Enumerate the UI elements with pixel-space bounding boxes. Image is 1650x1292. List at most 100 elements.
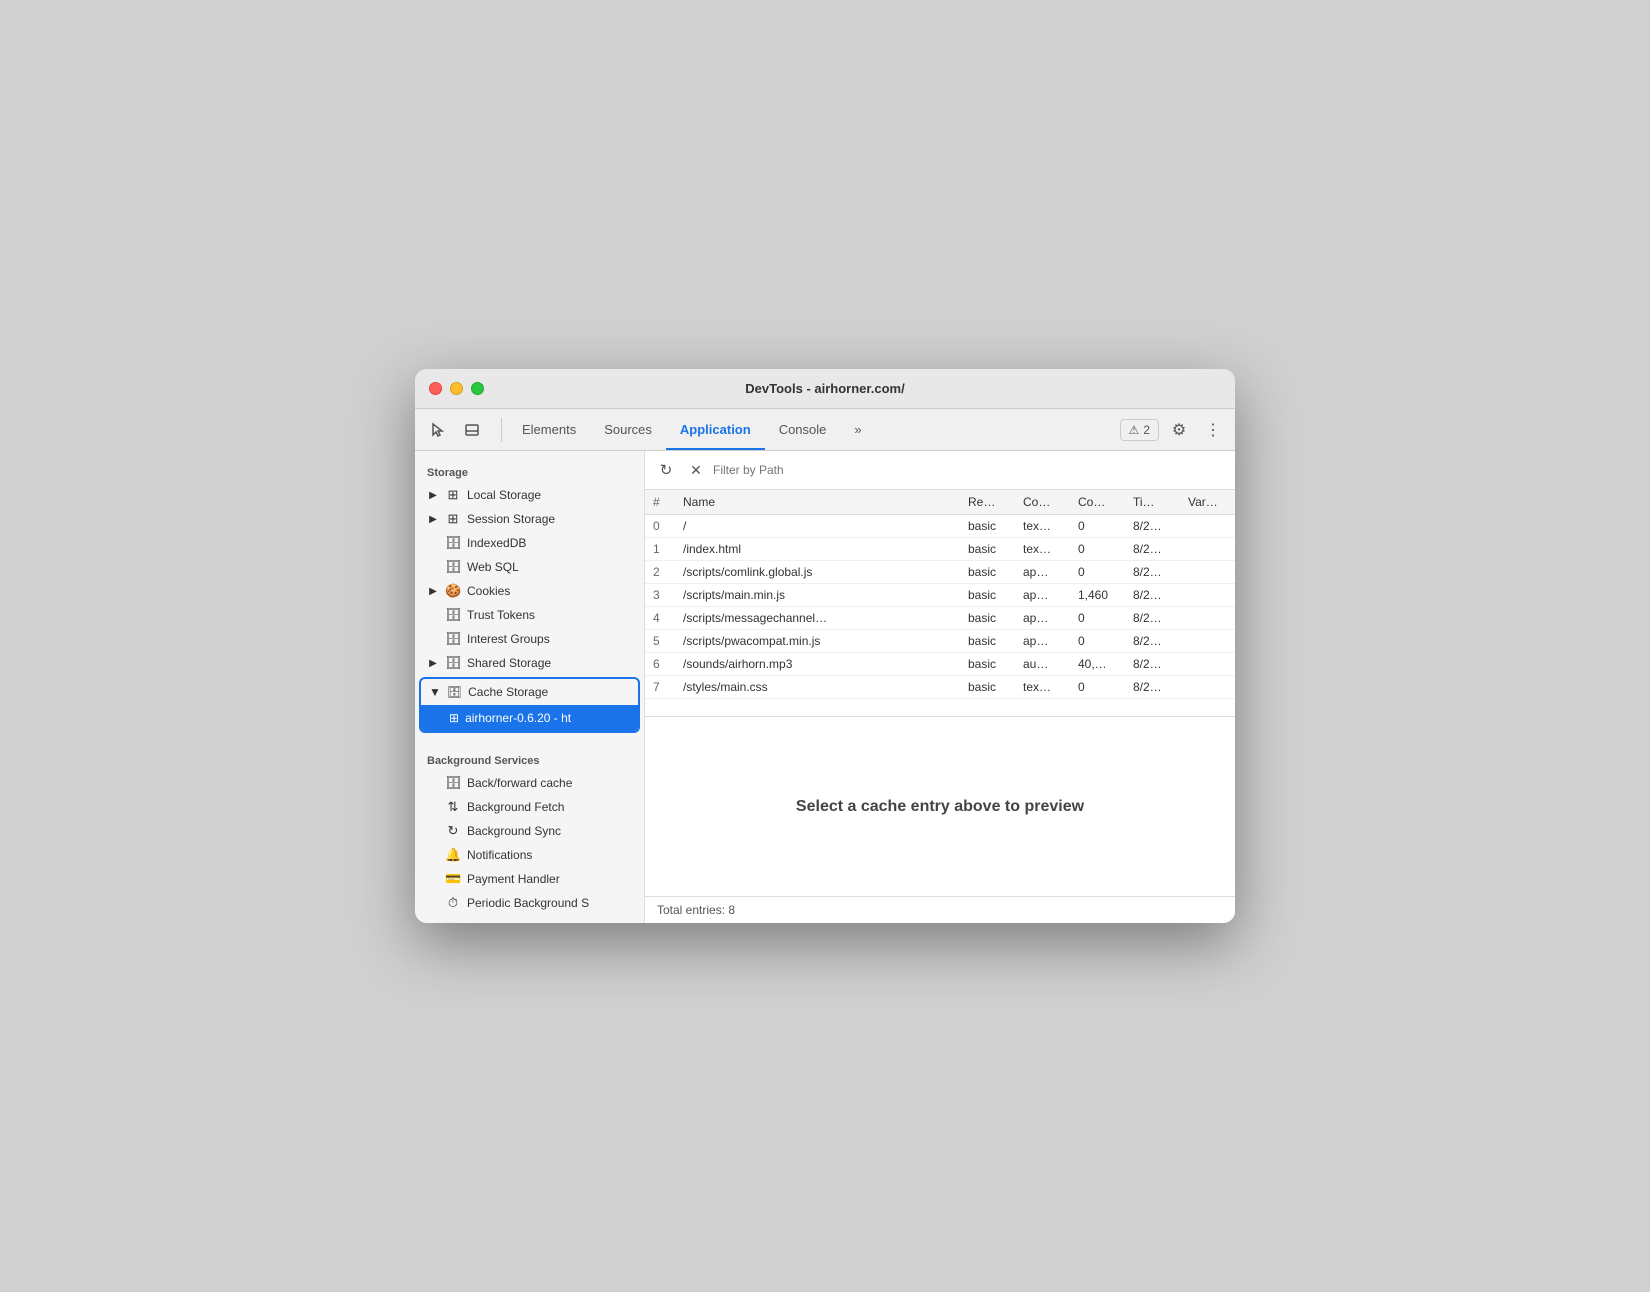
storage-icon: ⊞	[445, 487, 461, 503]
arrow-icon: ▶	[427, 586, 439, 597]
cursor-icon[interactable]	[423, 416, 453, 444]
sidebar-item-background-sync[interactable]: ▶ ↻ Background Sync	[415, 819, 644, 843]
cell-var	[1180, 607, 1235, 630]
toolbar: Elements Sources Application Console » ⚠…	[415, 409, 1235, 451]
cell-num: 4	[645, 607, 675, 630]
preview-area: Select a cache entry above to preview	[645, 716, 1235, 896]
cell-var	[1180, 584, 1235, 607]
table-row[interactable]: 6 /sounds/airhorn.mp3 basic au… 40,… 8/2…	[645, 653, 1235, 676]
table-row[interactable]: 1 /index.html basic tex… 0 8/2…	[645, 538, 1235, 561]
cell-re: basic	[960, 515, 1015, 538]
cell-num: 2	[645, 561, 675, 584]
sidebar-item-trust-tokens[interactable]: ▶ 🗄 Trust Tokens	[415, 603, 644, 627]
dock-icon[interactable]	[457, 416, 487, 444]
table-row[interactable]: 0 / basic tex… 0 8/2…	[645, 515, 1235, 538]
cell-var	[1180, 515, 1235, 538]
tab-console[interactable]: Console	[765, 409, 841, 450]
sidebar-label-cookies: Cookies	[467, 584, 510, 598]
cell-re: basic	[960, 584, 1015, 607]
cache-entries-table: # Name Re… Co… Co… Ti… Var… 0 / basic te…	[645, 490, 1235, 699]
cell-num: 5	[645, 630, 675, 653]
cell-co2: 0	[1070, 561, 1125, 584]
minimize-button[interactable]	[450, 382, 463, 395]
close-button[interactable]	[429, 382, 442, 395]
cell-re: basic	[960, 676, 1015, 699]
db-icon: 🗄	[445, 655, 461, 671]
cell-re: basic	[960, 630, 1015, 653]
sidebar-item-cache-storage[interactable]: ▼ 🗄 Cache Storage	[421, 679, 638, 705]
settings-button[interactable]: ⚙	[1165, 416, 1193, 444]
cell-ti: 8/2…	[1125, 630, 1180, 653]
sidebar-label-back-forward-cache: Back/forward cache	[467, 776, 572, 790]
sidebar-item-shared-storage[interactable]: ▶ 🗄 Shared Storage	[415, 651, 644, 675]
cell-var	[1180, 561, 1235, 584]
cell-num: 6	[645, 653, 675, 676]
tab-application[interactable]: Application	[666, 409, 765, 450]
cell-ti: 8/2…	[1125, 584, 1180, 607]
cell-num: 3	[645, 584, 675, 607]
traffic-lights	[429, 382, 484, 395]
cell-co2: 1,460	[1070, 584, 1125, 607]
sidebar-item-notifications[interactable]: ▶ 🔔 Notifications	[415, 843, 644, 867]
sidebar-label-cache-entry: airhorner-0.6.20 - ht	[465, 711, 571, 725]
cache-storage-group: ▼ 🗄 Cache Storage ⊞ airhorner-0.6.20 - h…	[419, 677, 640, 733]
sidebar-item-indexed-db[interactable]: ▶ 🗄 IndexedDB	[415, 531, 644, 555]
table-row[interactable]: 3 /scripts/main.min.js basic ap… 1,460 8…	[645, 584, 1235, 607]
storage-section-label: Storage	[415, 459, 644, 483]
cell-name: /scripts/main.min.js	[675, 584, 960, 607]
sidebar-label-shared-storage: Shared Storage	[467, 656, 551, 670]
db-icon: 🗄	[445, 535, 461, 551]
refresh-button[interactable]: ↻	[653, 457, 679, 483]
table-row[interactable]: 4 /scripts/messagechannel… basic ap… 0 8…	[645, 607, 1235, 630]
warning-badge[interactable]: ⚠ 2	[1120, 419, 1159, 441]
cell-ti: 8/2…	[1125, 653, 1180, 676]
db-icon: 🗄	[445, 775, 461, 791]
status-text: Total entries: 8	[657, 903, 735, 917]
sidebar-item-periodic-background[interactable]: ▶ ⏱ Periodic Background S	[415, 891, 644, 915]
table-row[interactable]: 2 /scripts/comlink.global.js basic ap… 0…	[645, 561, 1235, 584]
sidebar-label-notifications: Notifications	[467, 848, 532, 862]
cache-table: # Name Re… Co… Co… Ti… Var… 0 / basic te…	[645, 490, 1235, 716]
cell-var	[1180, 630, 1235, 653]
filter-bar: ↻ ✕	[645, 451, 1235, 490]
sidebar-item-local-storage[interactable]: ▶ ⊞ Local Storage	[415, 483, 644, 507]
cell-var	[1180, 676, 1235, 699]
cell-co1: ap…	[1015, 607, 1070, 630]
cell-co2: 0	[1070, 538, 1125, 561]
cell-co2: 40,…	[1070, 653, 1125, 676]
sidebar-item-back-forward-cache[interactable]: ▶ 🗄 Back/forward cache	[415, 771, 644, 795]
cell-ti: 8/2…	[1125, 561, 1180, 584]
arrow-icon: ▶	[427, 658, 439, 669]
sidebar-item-payment-handler[interactable]: ▶ 💳 Payment Handler	[415, 867, 644, 891]
filter-input[interactable]	[713, 463, 1227, 477]
cell-re: basic	[960, 538, 1015, 561]
clear-filter-button[interactable]: ✕	[685, 459, 707, 481]
tab-more[interactable]: »	[840, 409, 875, 450]
sidebar-item-cookies[interactable]: ▶ 🍪 Cookies	[415, 579, 644, 603]
cell-ti: 8/2…	[1125, 515, 1180, 538]
sidebar-label-background-fetch: Background Fetch	[467, 800, 564, 814]
col-header-name: Name	[675, 490, 960, 515]
warning-count: 2	[1143, 423, 1150, 437]
cell-name: /styles/main.css	[675, 676, 960, 699]
sidebar-item-session-storage[interactable]: ▶ ⊞ Session Storage	[415, 507, 644, 531]
sidebar-item-background-fetch[interactable]: ▶ ⇅ Background Fetch	[415, 795, 644, 819]
col-header-ti: Ti…	[1125, 490, 1180, 515]
sidebar-item-cache-entry[interactable]: ⊞ airhorner-0.6.20 - ht	[421, 705, 638, 731]
table-row[interactable]: 5 /scripts/pwacompat.min.js basic ap… 0 …	[645, 630, 1235, 653]
maximize-button[interactable]	[471, 382, 484, 395]
fetch-icon: ⇅	[445, 799, 461, 815]
cell-co2: 0	[1070, 515, 1125, 538]
cell-co1: ap…	[1015, 584, 1070, 607]
cell-name: /index.html	[675, 538, 960, 561]
more-button[interactable]: ⋮	[1199, 416, 1227, 444]
sidebar-label-trust-tokens: Trust Tokens	[467, 608, 535, 622]
devtools-window: DevTools - airhorner.com/ Elements Sourc…	[415, 369, 1235, 923]
tab-sources[interactable]: Sources	[590, 409, 666, 450]
sidebar: Storage ▶ ⊞ Local Storage ▶ ⊞ Session St…	[415, 451, 645, 923]
tab-elements[interactable]: Elements	[508, 409, 590, 450]
table-row[interactable]: 7 /styles/main.css basic tex… 0 8/2…	[645, 676, 1235, 699]
sidebar-item-interest-groups[interactable]: ▶ 🗄 Interest Groups	[415, 627, 644, 651]
cell-re: basic	[960, 607, 1015, 630]
sidebar-item-web-sql[interactable]: ▶ 🗄 Web SQL	[415, 555, 644, 579]
